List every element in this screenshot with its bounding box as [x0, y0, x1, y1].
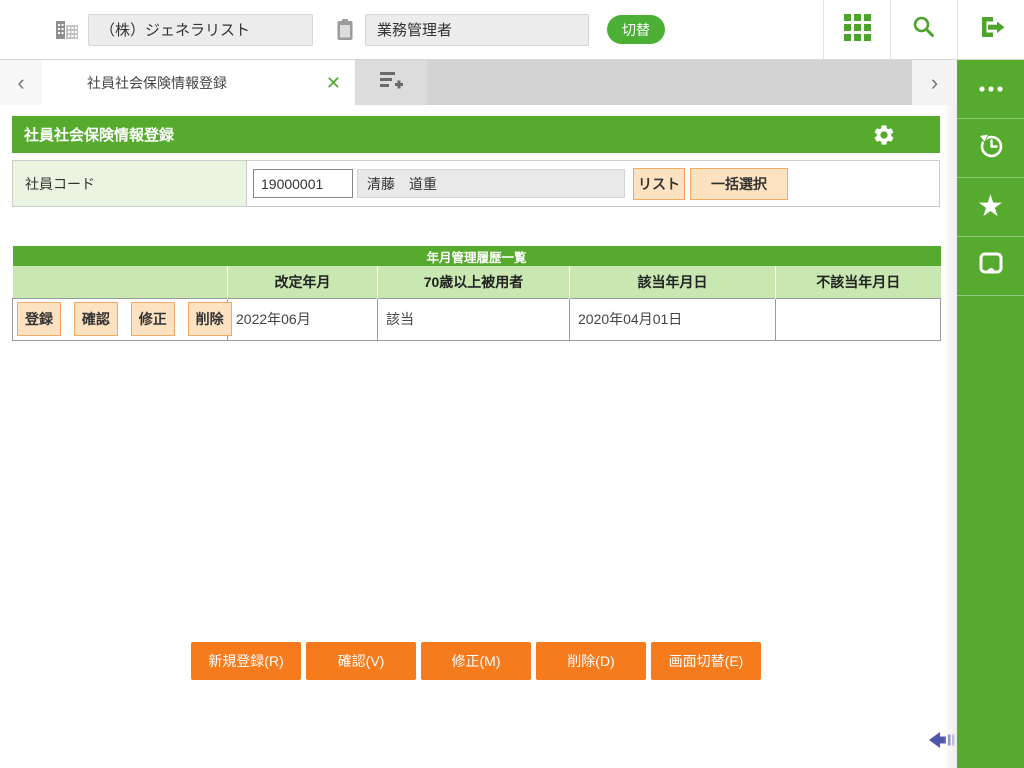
add-tab-icon — [379, 71, 403, 95]
top-header: （株）ジェネラリスト 業務管理者 切替 — [0, 0, 1024, 60]
grid-menu-icon — [843, 13, 871, 46]
page-title: 社員社会保険情報登録 — [24, 127, 175, 144]
add-tab-button[interactable] — [355, 60, 427, 105]
logout-button[interactable] — [957, 0, 1024, 59]
new-register-button[interactable]: 新規登録(R) — [191, 642, 301, 680]
row-actions-cell: 登録 確認 修正 削除 — [12, 297, 232, 341]
gear-icon — [874, 124, 894, 145]
history-table-title: 年月管理履歴一覧 — [12, 246, 941, 266]
tab-close-icon[interactable]: ✕ — [326, 74, 341, 92]
settings-button[interactable] — [872, 123, 896, 147]
role-name-text: 業務管理者 — [377, 22, 453, 39]
clipboard-icon — [335, 18, 355, 42]
search-button[interactable] — [890, 0, 957, 59]
tab-scroll-left-button[interactable]: ‹ — [0, 60, 42, 105]
tab-employee-social-insurance[interactable]: 社員社会保険情報登録 ✕ — [42, 60, 355, 105]
column-header-applicable-date: 該当年月日 — [569, 266, 776, 298]
chevron-left-icon: ‹ — [17, 69, 25, 95]
history-table-header-row: 改定年月 70歳以上被用者 該当年月日 不該当年月日 — [12, 266, 941, 298]
page-title-bar: 社員社会保険情報登録 — [12, 116, 940, 153]
employee-name-text: 清藤 道重 — [367, 175, 437, 192]
list-button[interactable]: リスト — [633, 167, 685, 200]
tab-strip-filler — [427, 60, 912, 105]
cell-not-applicable-date — [774, 297, 942, 341]
tab-scroll-right-button[interactable]: › — [912, 60, 957, 105]
row-modify-button[interactable]: 修正 — [130, 302, 175, 336]
collapse-panel-arrow-icon[interactable] — [929, 730, 957, 755]
search-icon — [912, 15, 936, 44]
star-icon: ★ — [977, 190, 1004, 223]
row-register-button[interactable]: 登録 — [17, 302, 61, 336]
employee-code-input[interactable] — [253, 169, 353, 198]
screen-switch-button[interactable]: 画面切替(E) — [651, 642, 761, 680]
sidebar-memo-button[interactable] — [957, 237, 1024, 296]
history-clock-icon — [976, 131, 1006, 166]
column-header-not-applicable-date: 不該当年月日 — [774, 266, 941, 298]
more-dots-icon — [978, 80, 1004, 98]
main-content: 社員社会保険情報登録 社員コード 清藤 道重 リスト 一括選択 — [0, 105, 957, 768]
history-table-title-row: 年月管理履歴一覧 — [12, 246, 941, 266]
employee-code-row: 社員コード 清藤 道重 リスト 一括選択 — [12, 160, 940, 207]
chevron-right-icon: › — [930, 69, 939, 95]
modify-button[interactable]: 修正(M) — [421, 642, 531, 680]
company-name-field[interactable]: （株）ジェネラリスト — [88, 13, 313, 46]
table-row: 登録 確認 修正 削除 2022年06月 該当 2020年04月01日 — [12, 297, 942, 341]
bulk-select-button[interactable]: 一括選択 — [690, 167, 788, 200]
switch-button[interactable]: 切替 — [607, 15, 665, 44]
confirm-button[interactable]: 確認(V) — [306, 642, 416, 680]
cell-over70: 該当 — [377, 297, 570, 341]
app-grid-menu-button[interactable] — [823, 0, 890, 59]
logout-icon — [976, 14, 1006, 45]
cell-revision-month: 2022年06月 — [227, 297, 378, 341]
employee-code-label: 社員コード — [13, 161, 247, 206]
app-window: （株）ジェネラリスト 業務管理者 切替 ‹ 社員社会保険情報登録 ✕ › ★ 社… — [0, 0, 1024, 768]
sidebar-favorites-button[interactable]: ★ — [957, 178, 1024, 237]
cell-applicable-date: 2020年04月01日 — [569, 297, 776, 341]
column-header-revision-month: 改定年月 — [227, 266, 378, 298]
history-table-section: 年月管理履歴一覧 改定年月 70歳以上被用者 該当年月日 不該当年月日 登録 確… — [12, 246, 942, 341]
role-name-field[interactable]: 業務管理者 — [365, 13, 589, 46]
header-actions — [823, 0, 1024, 59]
sidebar-history-button[interactable] — [957, 119, 1024, 178]
row-confirm-button[interactable]: 確認 — [73, 302, 118, 336]
company-name-text: （株）ジェネラリスト — [100, 22, 251, 39]
sidebar-more-button[interactable] — [957, 60, 1024, 119]
column-header-over70: 70歳以上被用者 — [377, 266, 570, 298]
right-sidebar: ★ — [957, 60, 1024, 768]
memo-icon — [977, 250, 1005, 282]
bottom-action-bar: 新規登録(R) 確認(V) 修正(M) 削除(D) 画面切替(E) — [12, 642, 940, 680]
history-table: 年月管理履歴一覧 改定年月 70歳以上被用者 該当年月日 不該当年月日 登録 確… — [12, 246, 942, 341]
delete-button[interactable]: 削除(D) — [536, 642, 646, 680]
tab-strip: ‹ 社員社会保険情報登録 ✕ › — [0, 60, 957, 105]
company-building-icon — [54, 19, 80, 41]
column-header-actions — [12, 266, 228, 298]
tab-label: 社員社会保険情報登録 — [87, 74, 227, 91]
employee-name-field: 清藤 道重 — [357, 169, 625, 198]
row-delete-button[interactable]: 削除 — [187, 302, 232, 336]
